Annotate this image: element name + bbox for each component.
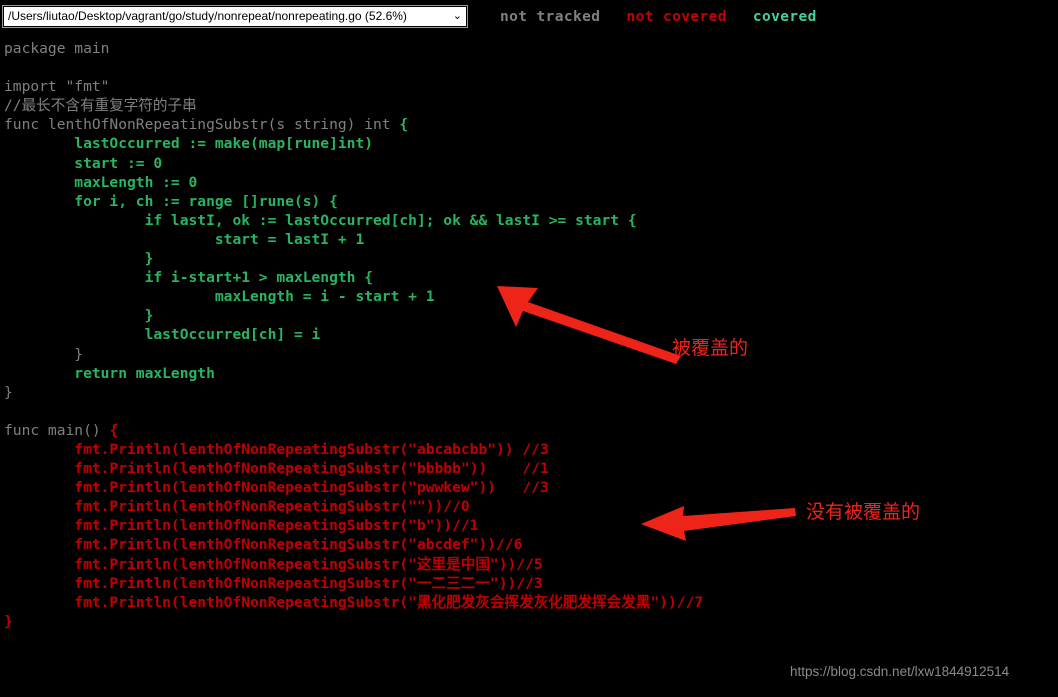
- code-line: start := 0: [4, 155, 162, 172]
- code-span-cov8: start = lastI + 1: [4, 230, 365, 248]
- code-span-cov0: }: [74, 345, 84, 363]
- code-span-cov0: //最长不含有重复字符的子串: [4, 97, 197, 115]
- code-line: fmt.Println(lenthOfNonRepeatingSubstr("一…: [4, 574, 543, 592]
- code-span-cov8: for i, ch := range []rune(s) {: [4, 192, 338, 210]
- watermark: https://blog.csdn.net/lxw1844912514: [790, 664, 1010, 679]
- code-span-cov-no: fmt.Println(lenthOfNonRepeatingSubstr("b…: [4, 517, 479, 535]
- code-span-cov0: package main: [4, 40, 110, 57]
- legend-not-covered: not covered: [626, 8, 727, 25]
- code-span-cov8: start := 0: [4, 154, 163, 172]
- code-line: }: [4, 250, 154, 268]
- code-line: lastOccurred := make(map[rune]int): [4, 135, 373, 152]
- code-span-cov8: {: [399, 116, 409, 134]
- code-line: fmt.Println(lenthOfNonRepeatingSubstr("b…: [4, 460, 549, 478]
- code-line: maxLength := 0: [4, 174, 197, 191]
- code-span-cov-no: fmt.Println(lenthOfNonRepeatingSubstr("a…: [4, 536, 523, 554]
- code-line: import "fmt": [4, 78, 109, 95]
- code-line: }: [4, 384, 13, 401]
- file-select[interactable]: /Users/liutao/Desktop/vagrant/go/study/n…: [2, 5, 468, 28]
- file-select-value: /Users/liutao/Desktop/vagrant/go/study/n…: [8, 9, 407, 23]
- code-line: fmt.Println(lenthOfNonRepeatingSubstr("b…: [4, 517, 478, 534]
- code-line: }: [4, 613, 13, 630]
- code-span-cov-no: fmt.Println(lenthOfNonRepeatingSubstr(""…: [4, 498, 470, 516]
- code-line: for i, ch := range []rune(s) {: [4, 193, 338, 210]
- source-code: package main import "fmt" //最长不含有重复字符的子串…: [0, 33, 1058, 631]
- code-line: fmt.Println(lenthOfNonRepeatingSubstr(""…: [4, 498, 470, 516]
- code-line: fmt.Println(lenthOfNonRepeatingSubstr("p…: [4, 479, 549, 497]
- code-span-cov-no: fmt.Println(lenthOfNonRepeatingSubstr("a…: [4, 440, 549, 458]
- code-span-cov-no: fmt.Println(lenthOfNonRepeatingSubstr("一…: [4, 574, 543, 592]
- code-span-cov0: func lenthOfNonRepeatingSubstr(s string)…: [4, 116, 400, 134]
- code-line: fmt.Println(lenthOfNonRepeatingSubstr("a…: [4, 440, 549, 458]
- code-span-cov0: import "fmt": [4, 78, 110, 96]
- code-span-cov8: lastOccurred := make(map[rune]int): [4, 135, 374, 153]
- code-line: }: [4, 346, 83, 363]
- code-span-cov8: }: [4, 307, 154, 325]
- code-line: func lenthOfNonRepeatingSubstr(s string)…: [4, 116, 408, 133]
- code-span-cov0: func main(): [4, 421, 110, 439]
- annotation-not-covered-label: 没有被覆盖的: [806, 501, 921, 523]
- legend-not-tracked: not tracked: [500, 8, 601, 25]
- code-span-cov8: maxLength = i - start + 1: [4, 288, 435, 306]
- code-span-cov8: if lastI, ok := lastOccurred[ch]; ok && …: [4, 211, 637, 229]
- coverage-legend: not tracked not covered covered: [487, 9, 830, 25]
- code-span-cov8: }: [4, 250, 154, 268]
- code-line: if lastI, ok := lastOccurred[ch]; ok && …: [4, 212, 637, 229]
- code-line: func main() {: [4, 422, 118, 439]
- code-span-cov-no: {: [109, 421, 119, 439]
- code-line: fmt.Println(lenthOfNonRepeatingSubstr("黑…: [4, 594, 703, 611]
- code-line: package main: [4, 40, 109, 57]
- code-span-cov8: [4, 346, 74, 363]
- annotation-covered-label: 被覆盖的: [672, 337, 749, 359]
- code-line: start = lastI + 1: [4, 231, 364, 248]
- code-span-cov-no: fmt.Println(lenthOfNonRepeatingSubstr("p…: [4, 479, 549, 497]
- code-line: if i-start+1 > maxLength {: [4, 269, 373, 286]
- code-line: maxLength = i - start + 1: [4, 288, 435, 305]
- legend-covered: covered: [752, 8, 817, 25]
- code-line: }: [4, 307, 154, 325]
- code-span-cov-no: fmt.Println(lenthOfNonRepeatingSubstr("黑…: [4, 593, 704, 611]
- code-span-cov8: if i-start+1 > maxLength {: [4, 269, 374, 287]
- code-span-cov8: return maxLength: [4, 364, 215, 382]
- code-pane[interactable]: package main import "fmt" //最长不含有重复字符的子串…: [0, 33, 1058, 697]
- code-span-cov-no: fmt.Println(lenthOfNonRepeatingSubstr("这…: [4, 555, 543, 573]
- code-span-cov8: lastOccurred[ch] = i: [4, 326, 321, 344]
- code-span-cov0: }: [4, 383, 13, 401]
- code-line: //最长不含有重复字符的子串: [4, 97, 197, 114]
- code-span-cov8: maxLength := 0: [4, 173, 198, 191]
- code-span-cov-no: fmt.Println(lenthOfNonRepeatingSubstr("b…: [4, 460, 549, 478]
- code-line: fmt.Println(lenthOfNonRepeatingSubstr("a…: [4, 536, 522, 553]
- code-span-cov-no: }: [4, 612, 13, 630]
- toolbar: /Users/liutao/Desktop/vagrant/go/study/n…: [0, 0, 1058, 33]
- chevron-down-icon: ⌄: [452, 10, 462, 22]
- code-line: return maxLength: [4, 365, 215, 382]
- code-line: fmt.Println(lenthOfNonRepeatingSubstr("这…: [4, 555, 543, 573]
- code-line: lastOccurred[ch] = i: [4, 326, 321, 344]
